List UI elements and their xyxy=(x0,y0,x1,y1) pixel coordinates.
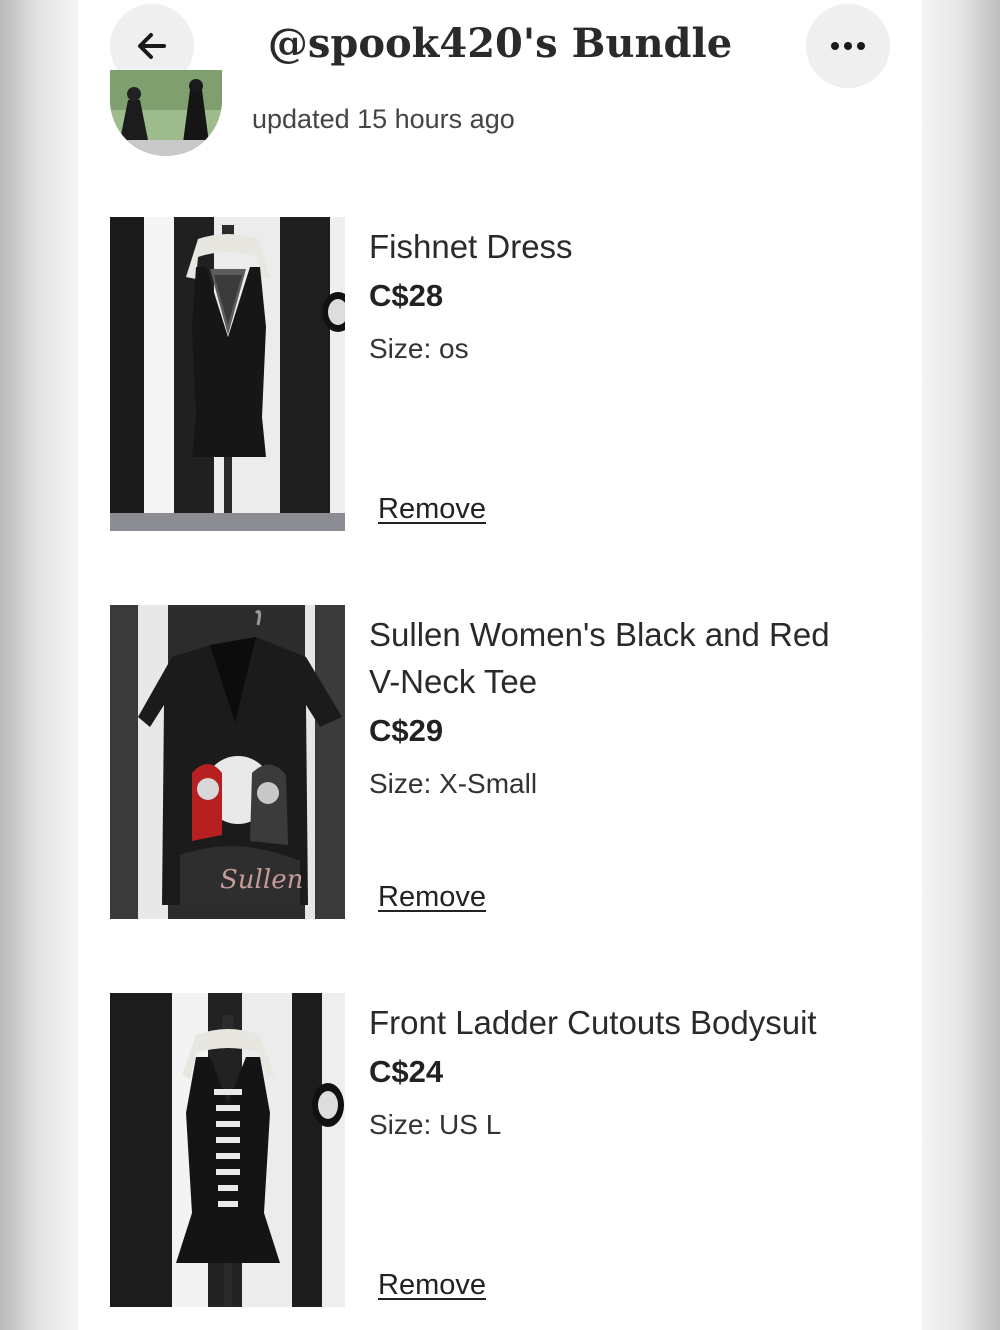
sullen-logo: Sullen xyxy=(220,865,303,895)
item-price: C$29 xyxy=(369,713,444,748)
size-label: Size: xyxy=(369,768,432,799)
bundle-updated-time: updated 15 hours ago xyxy=(252,104,515,134)
seller-avatar[interactable] xyxy=(110,70,222,156)
item-details: Sullen Women's Black and Red V-Neck Tee … xyxy=(369,611,839,803)
size-value: US L xyxy=(439,1109,502,1140)
bundle-item: Fishnet Dress C$28 Size: os Remove xyxy=(110,217,890,531)
item-size: Size: US L xyxy=(369,1106,839,1144)
item-price: C$24 xyxy=(369,1054,444,1089)
avatar-photo xyxy=(110,70,222,156)
arrow-left-icon xyxy=(138,33,166,59)
bundle-item: Sullen Sullen Women's Black and Red V-Ne… xyxy=(110,605,890,919)
tee-photo: Sullen xyxy=(110,605,345,919)
size-label: Size: xyxy=(369,1109,432,1140)
size-label: Size: xyxy=(369,333,432,364)
item-title[interactable]: Front Ladder Cutouts Bodysuit xyxy=(369,999,839,1046)
page-title: @spook420's Bundle xyxy=(267,20,733,67)
item-price: C$28 xyxy=(369,278,444,313)
bundle-item: Front Ladder Cutouts Bodysuit C$24 Size:… xyxy=(110,993,890,1307)
item-title[interactable]: Fishnet Dress xyxy=(369,223,839,270)
bundle-screen: @spook420's Bundle updated 15 hours ago xyxy=(78,0,922,1330)
remove-link[interactable]: Remove xyxy=(378,493,486,526)
dress-photo xyxy=(110,217,345,531)
item-photo[interactable] xyxy=(110,993,345,1307)
item-details: Fishnet Dress C$28 Size: os xyxy=(369,223,839,368)
item-photo[interactable]: Sullen xyxy=(110,605,345,919)
item-photo[interactable] xyxy=(110,217,345,531)
bodysuit-photo xyxy=(110,993,345,1307)
item-title[interactable]: Sullen Women's Black and Red V-Neck Tee xyxy=(369,611,839,705)
item-size: Size: X-Small xyxy=(369,765,839,803)
more-options-button[interactable] xyxy=(806,4,890,88)
size-value: X-Small xyxy=(439,768,538,799)
item-size: Size: os xyxy=(369,330,839,368)
more-horizontal-icon xyxy=(831,42,865,50)
remove-link[interactable]: Remove xyxy=(378,1269,486,1302)
size-value: os xyxy=(439,333,469,364)
remove-link[interactable]: Remove xyxy=(378,881,486,914)
item-details: Front Ladder Cutouts Bodysuit C$24 Size:… xyxy=(369,999,839,1144)
